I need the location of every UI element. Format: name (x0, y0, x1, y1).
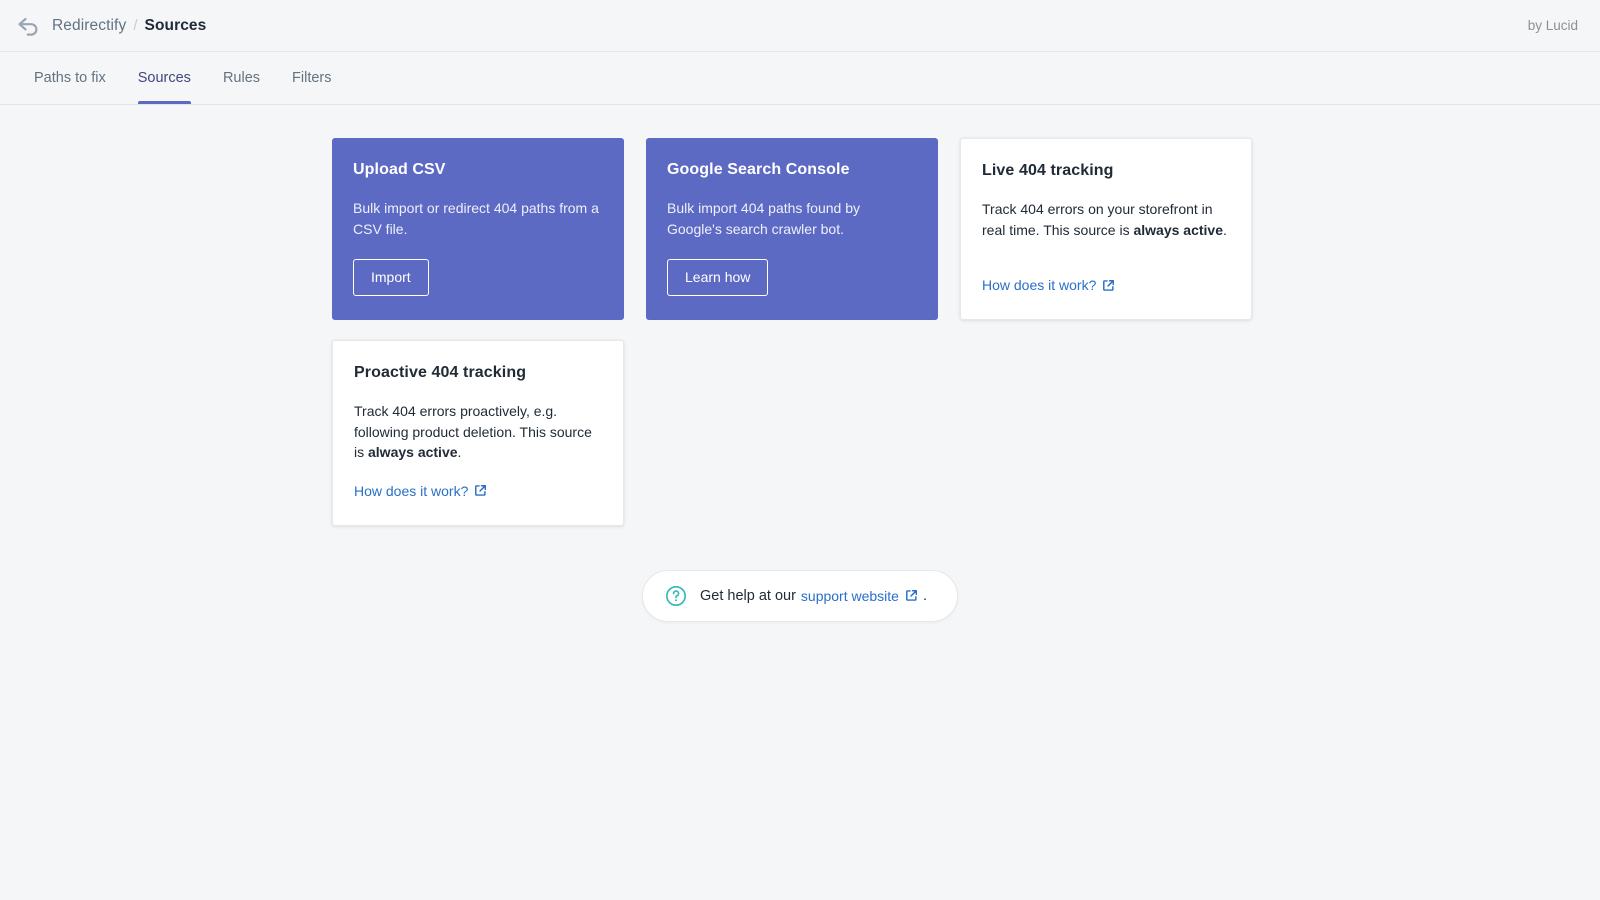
external-link-icon (905, 589, 918, 602)
link-label: How does it work? (982, 277, 1096, 293)
help-prefix: Get help at our (700, 588, 796, 604)
learn-how-button[interactable]: Learn how (667, 259, 768, 296)
tab-filters[interactable]: Filters (276, 52, 347, 104)
card-upload-csv[interactable]: Upload CSV Bulk import or redirect 404 p… (332, 138, 624, 320)
card-title: Upload CSV (353, 160, 603, 181)
link-label: How does it work? (354, 483, 468, 499)
card-title: Proactive 404 tracking (354, 363, 602, 384)
brand-group: Redirectify / Sources (16, 13, 206, 39)
card-description: Bulk import 404 paths found by Google's … (667, 198, 917, 239)
tab-rules[interactable]: Rules (207, 52, 276, 104)
link-label: support website (801, 588, 899, 604)
source-cards-grid: Upload CSV Bulk import or redirect 404 p… (332, 138, 1268, 526)
how-does-it-work-link-proactive[interactable]: How does it work? (354, 483, 487, 499)
external-link-icon (1102, 279, 1115, 292)
card-google-search-console[interactable]: Google Search Console Bulk import 404 pa… (646, 138, 938, 320)
import-button[interactable]: Import (353, 259, 429, 296)
help-suffix: . (923, 588, 927, 604)
tab-bar: Paths to fix Sources Rules Filters (0, 52, 1600, 105)
breadcrumb-current-page: Sources (145, 17, 207, 35)
card-proactive-404-tracking: Proactive 404 tracking Track 404 errors … (332, 340, 624, 526)
redirect-arrow-icon[interactable] (16, 13, 42, 39)
breadcrumb: Redirectify / Sources (52, 17, 206, 35)
help-text: Get help at our support website . (700, 588, 927, 604)
card-action: Import (353, 239, 603, 296)
question-circle-icon (665, 585, 687, 607)
card-action: Learn how (667, 239, 917, 296)
tab-paths-to-fix[interactable]: Paths to fix (18, 52, 122, 104)
help-pill: Get help at our support website . (642, 570, 958, 622)
how-does-it-work-link-live[interactable]: How does it work? (982, 277, 1115, 293)
vendor-label: by Lucid (1528, 18, 1578, 33)
card-action: How does it work? (354, 463, 602, 501)
card-description: Track 404 errors proactively, e.g. follo… (354, 401, 602, 463)
card-title: Google Search Console (667, 160, 917, 181)
card-action: How does it work? (982, 257, 1230, 295)
card-live-404-tracking: Live 404 tracking Track 404 errors on yo… (960, 138, 1252, 320)
card-description: Bulk import or redirect 404 paths from a… (353, 198, 603, 239)
main-content: Upload CSV Bulk import or redirect 404 p… (0, 105, 1600, 622)
tab-sources[interactable]: Sources (122, 52, 207, 104)
help-section: Get help at our support website . (332, 570, 1268, 622)
top-header-bar: Redirectify / Sources by Lucid (0, 0, 1600, 52)
card-description: Track 404 errors on your storefront in r… (982, 199, 1230, 240)
breadcrumb-separator: / (133, 17, 137, 34)
support-website-link[interactable]: support website (801, 588, 918, 604)
breadcrumb-app-name[interactable]: Redirectify (52, 17, 126, 35)
card-title: Live 404 tracking (982, 161, 1230, 182)
external-link-icon (474, 484, 487, 497)
